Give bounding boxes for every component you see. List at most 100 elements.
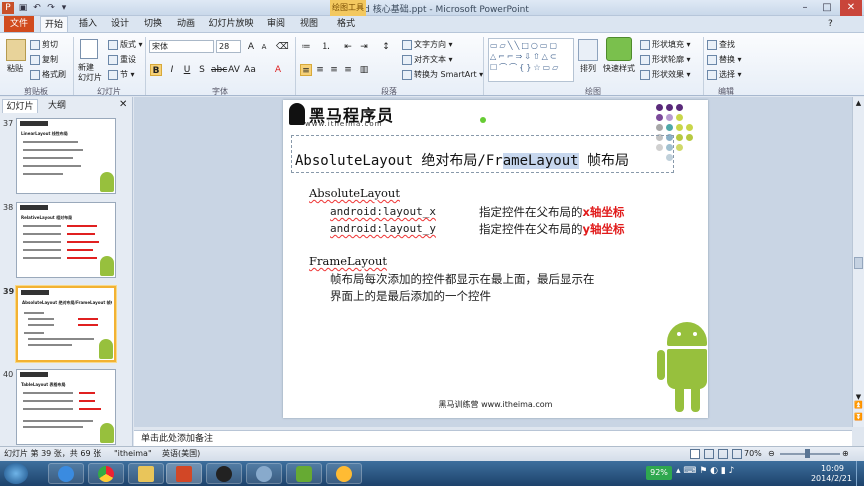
find-button[interactable]: 查找 <box>707 39 735 50</box>
bullets-icon[interactable]: ≔ <box>300 41 312 53</box>
zoom-slider-thumb[interactable] <box>805 449 810 458</box>
slide-title[interactable]: AbsoluteLayout 绝对布局/FrameLayout 帧布局 <box>295 150 629 170</box>
reading-view-icon[interactable] <box>718 449 728 459</box>
bold-button[interactable]: B <box>150 64 162 76</box>
slide-thumbnail-37[interactable]: LinearLayout 线性布局 <box>16 118 116 194</box>
close-pane-icon[interactable]: ✕ <box>119 99 127 110</box>
font-name-combo[interactable]: 宋体 <box>149 40 214 53</box>
slide-canvas[interactable]: 黑马程序员 www.itheima.com AbsoluteLayout 绝对布… <box>283 100 708 418</box>
normal-view-icon[interactable] <box>690 449 700 459</box>
slideshow-view-icon[interactable] <box>732 449 742 459</box>
shapes-gallery[interactable]: ▭▱╲╲□○▭▢ △⌐⌐⇒⇩⇧△⊂ ☐⌒⌒{}☆▭▱ <box>488 38 574 82</box>
maximize-button[interactable]: □ <box>816 0 838 16</box>
copy-button[interactable]: 复制 <box>30 54 58 65</box>
quick-styles-button[interactable]: 快速样式 <box>603 63 635 74</box>
slide-thumbnail-40[interactable]: TableLayout 表格布局 <box>16 369 116 445</box>
font-size-combo[interactable]: 28 <box>216 40 241 53</box>
slide-thumbnail-38[interactable]: RelativeLayout 相对布局 <box>16 202 116 278</box>
layout-button[interactable]: 版式 ▾ <box>108 39 143 50</box>
zoom-slider[interactable] <box>780 453 840 455</box>
android-studio-icon[interactable] <box>206 463 242 484</box>
tab-outline[interactable]: 大纲 <box>40 99 74 113</box>
tab-slideshow[interactable]: 幻灯片放映 <box>206 16 256 32</box>
file-explorer-icon[interactable] <box>128 463 164 484</box>
minimize-button[interactable]: – <box>794 0 816 16</box>
justify-button[interactable]: ≡ <box>342 64 354 76</box>
zoom-out-icon[interactable]: ⊖ <box>768 447 775 461</box>
previous-slide-icon[interactable]: ⏫ <box>854 401 863 409</box>
italic-button[interactable]: I <box>166 64 178 76</box>
paste-button[interactable]: 粘贴 <box>7 63 23 74</box>
align-left-button[interactable]: ≡ <box>300 64 312 76</box>
new-slide-button[interactable]: 新建 幻灯片 <box>78 63 102 83</box>
select-button[interactable]: 选择 ▾ <box>707 69 742 80</box>
windows-start-icon[interactable] <box>4 463 28 484</box>
cut-button[interactable]: 剪切 <box>30 39 58 50</box>
scroll-up-icon[interactable]: ▲ <box>854 99 863 107</box>
tab-view[interactable]: 视图 <box>295 16 323 32</box>
scrollbar-thumb[interactable] <box>854 257 863 269</box>
change-case-icon[interactable]: Aa <box>244 64 256 76</box>
arrange-icon[interactable] <box>578 39 598 61</box>
shape-effects-button[interactable]: 形状效果 ▾ <box>640 69 691 80</box>
clear-format-icon[interactable]: ⌫ <box>276 41 289 53</box>
line-spacing-icon[interactable]: ↕ <box>380 41 392 53</box>
zoom-level[interactable]: 70% <box>744 447 762 461</box>
paint-icon[interactable] <box>246 463 282 484</box>
tab-home[interactable]: 开始 <box>40 16 68 32</box>
chrome-icon[interactable] <box>88 463 124 484</box>
strikethrough-button[interactable]: abc <box>211 64 227 76</box>
attr-layout-x[interactable]: android:layout_x <box>330 205 436 218</box>
battery-indicator[interactable]: 92% <box>646 466 672 480</box>
grow-font-icon[interactable]: A <box>245 41 257 53</box>
smartart-button[interactable]: 转换为 SmartArt ▾ <box>402 69 483 80</box>
tab-design[interactable]: 设计 <box>106 16 134 32</box>
tab-insert[interactable]: 插入 <box>74 16 102 32</box>
heading-absolutelayout[interactable]: AbsoluteLayout <box>309 186 400 200</box>
decrease-indent-icon[interactable]: ⇤ <box>342 41 354 53</box>
font-color-icon[interactable]: A <box>272 64 284 76</box>
rotation-handle[interactable] <box>480 117 486 123</box>
slide-thumbnail-39[interactable]: AbsoluteLayout 绝对布局/FrameLayout 帧布局 <box>16 286 116 362</box>
tab-transitions[interactable]: 切换 <box>139 16 167 32</box>
tab-slides[interactable]: 幻灯片 <box>2 99 38 113</box>
tab-animations[interactable]: 动画 <box>172 16 200 32</box>
slide-sorter-icon[interactable] <box>704 449 714 459</box>
shape-fill-button[interactable]: 形状填充 ▾ <box>640 39 691 50</box>
align-center-button[interactable]: ≡ <box>314 64 326 76</box>
new-slide-icon[interactable] <box>80 39 98 59</box>
next-slide-icon[interactable]: ⏬ <box>854 413 863 421</box>
help-icon[interactable]: ? <box>828 19 833 29</box>
increase-indent-icon[interactable]: ⇥ <box>358 41 370 53</box>
language-status[interactable]: 英语(美国) <box>162 447 200 461</box>
numbering-icon[interactable]: ⒈ <box>320 41 332 53</box>
attr-layout-y[interactable]: android:layout_y <box>330 222 436 235</box>
powerpoint-taskbar-icon[interactable] <box>166 463 202 484</box>
tray-icons[interactable]: ▴ ⌨ ⚑ ◐ ▮ ♪ <box>676 466 734 476</box>
paste-icon[interactable] <box>6 39 26 61</box>
framelayout-description-line1[interactable]: 帧布局每次添加的控件都显示在最上面，最后显示在 <box>330 271 595 287</box>
reset-button[interactable]: 重设 <box>108 54 136 65</box>
close-button[interactable]: ✕ <box>840 0 862 16</box>
shadow-button[interactable]: S <box>196 64 208 76</box>
char-spacing-icon[interactable]: AV <box>228 64 240 76</box>
attr-layout-y-description[interactable]: 指定控件在父布局的y轴坐标 <box>479 221 625 237</box>
internet-explorer-icon[interactable] <box>48 463 84 484</box>
code-editor-icon[interactable] <box>286 463 322 484</box>
vertical-scrollbar[interactable]: ▲ ▼ ⏫ ⏬ <box>852 97 864 427</box>
show-desktop-button[interactable] <box>856 461 864 486</box>
arrange-button[interactable]: 排列 <box>580 63 596 74</box>
columns-icon[interactable]: ▥ <box>358 64 370 76</box>
align-text-button[interactable]: 对齐文本 ▾ <box>402 54 453 65</box>
tab-review[interactable]: 审阅 <box>262 16 290 32</box>
section-button[interactable]: 节 ▾ <box>108 69 135 80</box>
framelayout-description-line2[interactable]: 界面上的是最后添加的一个控件 <box>330 288 491 304</box>
tab-format[interactable]: 格式 <box>332 16 360 32</box>
zoom-in-icon[interactable]: ⊕ <box>842 447 849 461</box>
notes-pane[interactable]: 单击此处添加备注 <box>134 430 852 446</box>
messenger-icon[interactable] <box>326 463 362 484</box>
shrink-font-icon[interactable]: A <box>258 41 270 53</box>
text-direction-button[interactable]: 文字方向 ▾ <box>402 39 453 50</box>
replace-button[interactable]: 替换 ▾ <box>707 54 742 65</box>
scroll-down-icon[interactable]: ▼ <box>854 393 863 401</box>
